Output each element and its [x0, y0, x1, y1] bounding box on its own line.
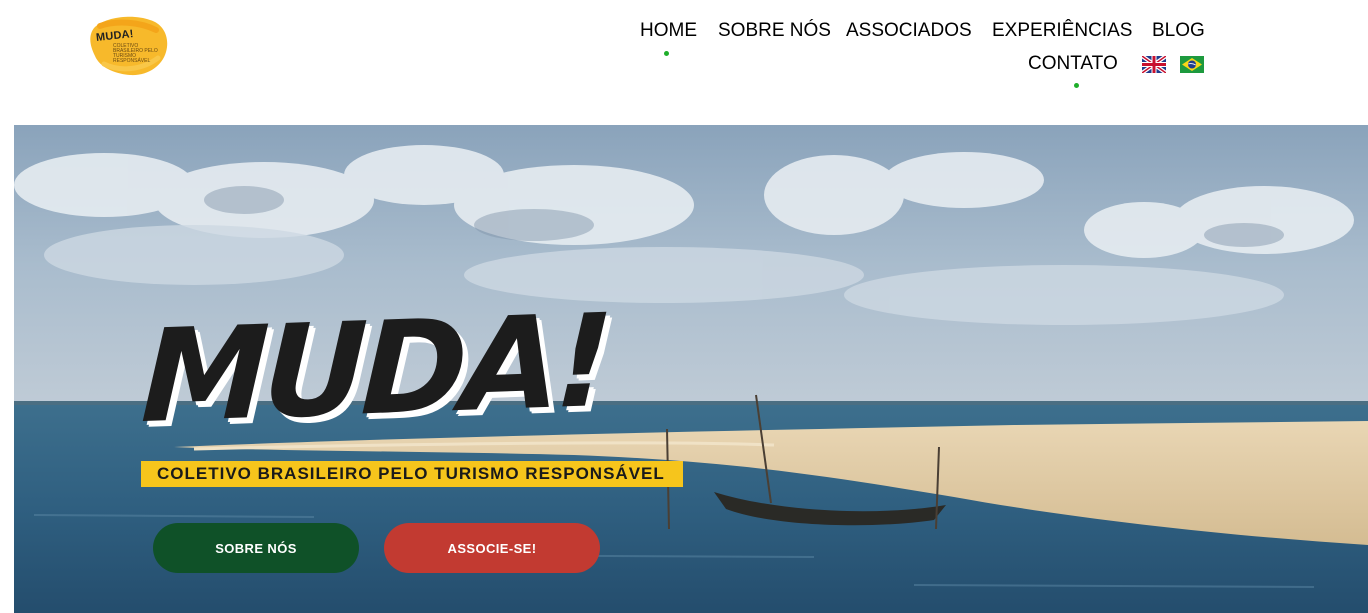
hero-banner: MUDA! COLETIVO BRASILEIRO PELO TURISMO R…	[14, 125, 1368, 613]
site-logo[interactable]: MUDA! COLETIVO BRASILEIRO PELO TURISMO R…	[86, 12, 172, 78]
brazil-flag-icon[interactable]	[1180, 56, 1204, 73]
nav-sobre-nos[interactable]: SOBRE NÓS	[718, 20, 831, 42]
nav-associados[interactable]: ASSOCIADOS	[846, 20, 972, 42]
hero-brand-title: MUDA!	[138, 286, 611, 453]
site-header: MUDA! COLETIVO BRASILEIRO PELO TURISMO R…	[0, 0, 1368, 125]
about-button[interactable]: SOBRE NÓS	[153, 523, 359, 573]
logo-subtitle: COLETIVO BRASILEIRO PELO TURISMO RESPONS…	[113, 43, 158, 64]
english-flag-icon[interactable]	[1140, 54, 1168, 75]
nav-home[interactable]: HOME	[640, 20, 697, 42]
nav-contato-dot	[1074, 83, 1079, 88]
nav-experiencias[interactable]: EXPERIÊNCIAS	[992, 20, 1132, 42]
nav-home-active-dot	[664, 51, 669, 56]
nav-blog[interactable]: BLOG	[1152, 20, 1205, 42]
hero-tagline: COLETIVO BRASILEIRO PELO TURISMO RESPONS…	[141, 461, 683, 487]
nav-contato[interactable]: CONTATO	[1028, 53, 1118, 75]
join-button[interactable]: ASSOCIE-SE!	[384, 523, 600, 573]
